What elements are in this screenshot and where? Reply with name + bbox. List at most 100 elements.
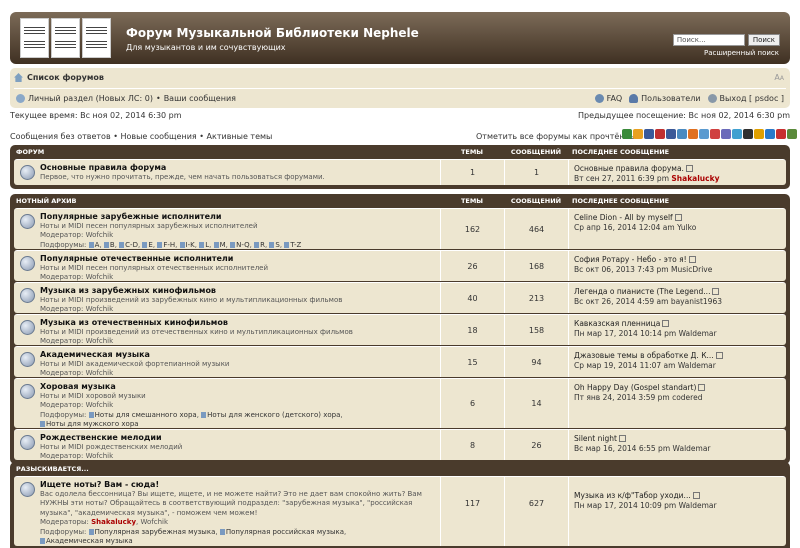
moderator-link[interactable]: Wofchik [86,369,114,377]
subforum-link[interactable]: M [214,241,226,249]
subforum-link[interactable]: Ноты для женского (детского) хора [201,411,340,419]
forum-title[interactable]: Ищете ноты? Вам - сюда! [40,480,436,490]
subforum-link[interactable]: N-Q [230,241,250,249]
subforum-link[interactable]: C-D [119,241,138,249]
last-post-title[interactable]: Celine Dion - All by myself [574,213,673,222]
share-icon[interactable] [776,129,786,139]
last-post-title[interactable]: Джазовые темы в обработке Д. К... [574,351,714,360]
your-posts-link[interactable]: Ваши сообщения [164,94,236,103]
share-icon[interactable] [666,129,676,139]
forum-title[interactable]: Музыка из зарубежных кинофильмов [40,286,436,296]
moderator-link[interactable]: Wofchik [86,305,114,313]
moderator-link[interactable]: Wofchik [86,452,114,460]
last-post-author[interactable]: Waldemar [679,329,717,338]
last-post-title[interactable]: Oh Happy Day (Gospel standart) [574,383,696,392]
forum-title[interactable]: Основные правила форума [40,163,436,173]
forum-title[interactable]: Популярные зарубежные исполнители [40,212,436,222]
last-post-author[interactable]: Shakalucky [671,174,719,183]
last-post-author[interactable]: codered [672,393,702,402]
share-icon[interactable] [787,129,797,139]
last-post-title[interactable]: Основные правила форума. [574,164,684,173]
search-button[interactable]: Поиск [747,34,780,46]
members-link[interactable]: Пользователи [641,94,700,103]
moderator-link[interactable]: Wofchik [86,231,114,239]
subforum-link[interactable]: Ноты для смешанного хора [89,411,197,419]
new-posts-link[interactable]: Новые сообщения [120,132,196,141]
view-latest-post-icon[interactable] [618,435,626,442]
last-post-title[interactable]: София Ротару - Небо - это я! [574,255,687,264]
unanswered-link[interactable]: Сообщения без ответов [10,132,111,141]
last-post-title[interactable]: Музыка из к/ф"Табор уходи... [574,491,691,500]
subforum-link[interactable]: Академическая музыка [40,537,133,545]
subforum-link[interactable]: Популярная российская музыка [220,528,344,536]
view-latest-post-icon[interactable] [692,492,700,499]
forum-title[interactable]: Популярные отечественные исполнители [40,254,436,264]
subforum-link[interactable]: Популярная зарубежная музыка [89,528,216,536]
last-post-title[interactable]: Silent night [574,434,617,443]
topic-count: 15 [440,347,504,377]
subforum-link[interactable]: B [104,241,115,249]
share-icon[interactable] [754,129,764,139]
last-post-author[interactable]: Waldemar [679,501,717,510]
last-post-author[interactable]: Waldemar [678,361,716,370]
subforum-link[interactable]: L [199,241,209,249]
category-title[interactable]: Форум [14,148,440,156]
subforum-link[interactable]: F-H [157,241,175,249]
view-latest-post-icon[interactable] [685,165,693,172]
moderator-link[interactable]: Wofchik [86,273,114,281]
moderator-link[interactable]: Shakalucky [91,518,136,526]
share-icon[interactable] [721,129,731,139]
share-icon[interactable] [655,129,665,139]
share-icon[interactable] [633,129,643,139]
share-icon[interactable] [710,129,720,139]
subforum-link[interactable]: S [269,241,279,249]
moderator-link[interactable]: Wofchik [86,337,114,345]
moderator-link[interactable]: Wofchik [140,518,168,526]
logout-link[interactable]: Выход [ psdoc ] [720,94,784,103]
view-latest-post-icon[interactable] [698,384,706,391]
subforum-link[interactable]: R [254,241,265,249]
subforum-link[interactable]: I-K [180,241,195,249]
font-resize-icon[interactable]: AA [774,73,784,82]
last-post-title[interactable]: Легенда о пианисте (The Legend... [574,287,710,296]
share-icon[interactable] [688,129,698,139]
share-icon[interactable] [743,129,753,139]
category-title[interactable]: Нотный архив [14,197,440,205]
view-latest-post-icon[interactable] [688,256,696,263]
moderator-link[interactable]: Wofchik [86,401,114,409]
last-post-author[interactable]: Waldemar [673,444,711,453]
view-latest-post-icon[interactable] [712,288,720,295]
share-icon[interactable] [732,129,742,139]
forum-title[interactable]: Музыка из отечественных кинофильмов [40,318,436,328]
share-icon[interactable] [765,129,775,139]
last-post-author[interactable]: bayanist1963 [671,297,722,306]
subforum-link[interactable]: Ноты для мужского хора [40,420,139,428]
subforum-link[interactable]: A [89,241,100,249]
share-icon[interactable] [644,129,654,139]
advanced-search-link[interactable]: Расширенный поиск [704,49,779,57]
view-latest-post-icon[interactable] [662,320,670,327]
mark-forums-read-link[interactable]: Отметить все форумы как прочтённые [476,132,641,141]
forum-title[interactable]: Рождественские мелодии [40,433,436,443]
faq-link[interactable]: FAQ [607,94,623,103]
forum-title[interactable]: Хоровая музыка [40,382,436,392]
last-post-author[interactable]: MusicDrive [671,265,712,274]
view-latest-post-icon[interactable] [715,352,723,359]
search-input[interactable] [672,34,745,46]
forum-index-link[interactable]: Список форумов [27,73,104,82]
last-post-author[interactable]: Yulko [677,223,696,232]
moderator-label: Модераторы: [40,518,89,526]
subforum-link[interactable]: T-Z [284,241,301,249]
share-icon[interactable] [622,129,632,139]
view-latest-post-icon[interactable] [674,214,682,221]
private-section-link[interactable]: Личный раздел (Новых ЛС: 0) [28,94,153,103]
active-topics-link[interactable]: Активные темы [207,132,273,141]
share-icon[interactable] [677,129,687,139]
site-title[interactable]: Форум Музыкальной Библиотеки Nephele [126,26,419,40]
subforum-link[interactable]: E [142,241,152,249]
forum-title[interactable]: Академическая музыка [40,350,436,360]
last-post-title[interactable]: Кавказская пленница [574,319,660,328]
site-logo[interactable] [20,18,112,58]
share-icon[interactable] [699,129,709,139]
category-title[interactable]: Разыскивается... [14,465,440,473]
